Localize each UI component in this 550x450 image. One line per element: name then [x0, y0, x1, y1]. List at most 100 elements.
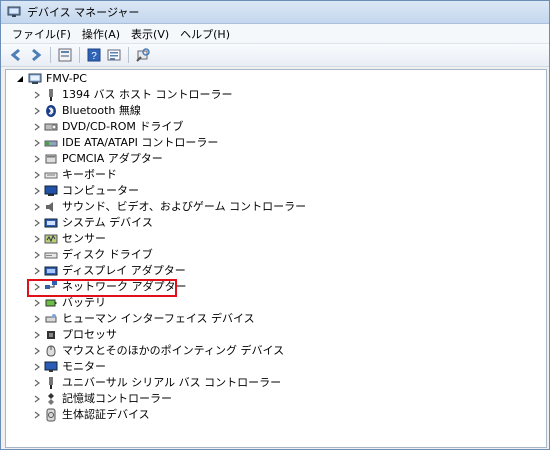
tree-item-label: Bluetooth 無線 [62, 104, 141, 117]
toolbar-separator [50, 47, 51, 63]
tree-item-sensors[interactable]: センサー [6, 231, 546, 247]
expand-icon[interactable] [32, 299, 41, 308]
expand-icon[interactable] [32, 123, 41, 132]
tree-item-usb-controllers[interactable]: ユニバーサル シリアル バス コントローラー [6, 375, 546, 391]
expand-icon[interactable] [32, 395, 41, 404]
view-icon [107, 49, 121, 61]
tree-item-label: ディスク ドライブ [62, 248, 153, 261]
tree-item-label: DVD/CD-ROM ドライブ [62, 120, 184, 133]
forward-button[interactable] [27, 46, 45, 64]
usb-plug-icon [44, 88, 58, 102]
display-adapter-icon [44, 264, 58, 278]
window-title: デバイス マネージャー [27, 6, 140, 19]
forward-icon [32, 48, 42, 62]
toolbar: ? [1, 44, 549, 67]
menu-view[interactable]: 表示(V) [126, 25, 175, 43]
scan-button[interactable] [134, 46, 152, 64]
collapse-icon[interactable] [16, 75, 25, 84]
tree-item-label: PCMCIA アダプター [62, 152, 163, 165]
tree-item-monitors[interactable]: モニター [6, 359, 546, 375]
expand-icon[interactable] [32, 219, 41, 228]
tree-item-label: バッテリ [62, 296, 106, 309]
tree-item-1394-bus[interactable]: 1394 バス ホスト コントローラー [6, 87, 546, 103]
svg-text:?: ? [91, 51, 97, 62]
menu-help[interactable]: ヘルプ(H) [175, 25, 236, 43]
expand-icon[interactable] [32, 379, 41, 388]
tree-item-label: コンピューター [62, 184, 139, 197]
tree-item-system-devices[interactable]: システム デバイス [6, 215, 546, 231]
expand-icon[interactable] [32, 331, 41, 340]
device-manager-icon [7, 6, 21, 18]
expand-icon[interactable] [32, 155, 41, 164]
expand-icon[interactable] [32, 363, 41, 372]
menu-file[interactable]: ファイル(F) [7, 25, 77, 43]
menu-bar: ファイル(F) 操作(A) 表示(V) ヘルプ(H) [1, 24, 549, 44]
device-manager-window: デバイス マネージャー ファイル(F) 操作(A) 表示(V) ヘルプ(H) ?… [0, 0, 550, 450]
expand-icon[interactable] [32, 203, 41, 212]
tree-item-label: ユニバーサル シリアル バス コントローラー [62, 376, 282, 389]
tree-item-disk-drives[interactable]: ディスク ドライブ [6, 247, 546, 263]
back-button[interactable] [7, 46, 25, 64]
tree-root-label: FMV-PC [46, 72, 87, 85]
computer-icon [44, 184, 58, 198]
expand-icon[interactable] [32, 347, 41, 356]
back-icon [10, 48, 20, 62]
tree-item-pcmcia[interactable]: PCMCIA アダプター [6, 151, 546, 167]
help-button[interactable]: ? [85, 46, 103, 64]
toolbar-separator [79, 47, 80, 63]
expand-icon[interactable] [32, 187, 41, 196]
tree-item-label: 1394 バス ホスト コントローラー [62, 88, 233, 101]
tree-item-ide-controller[interactable]: IDE ATA/ATAPI コントローラー [6, 135, 546, 151]
title-bar[interactable]: デバイス マネージャー [1, 1, 549, 24]
tree-item-mice-pointing[interactable]: マウスとそのほかのポインティング デバイス [6, 343, 546, 359]
expand-icon[interactable] [32, 107, 41, 116]
tree-item-label: モニター [62, 360, 106, 373]
scan-icon [136, 48, 150, 62]
tree-item-label: ディスプレイ アダプター [62, 264, 186, 277]
pcmcia-icon [44, 152, 58, 166]
battery-icon [44, 296, 58, 310]
tree-item-processors[interactable]: プロセッサ [6, 327, 546, 343]
disk-drive-icon [44, 248, 58, 262]
dvd-drive-icon [44, 120, 58, 134]
mouse-icon [44, 344, 58, 358]
usb-controller-icon [44, 376, 58, 390]
expand-icon[interactable] [32, 171, 41, 180]
computer-root-icon [28, 72, 42, 86]
tree-root[interactable]: FMV-PC [6, 71, 546, 87]
tree-item-storage-controllers[interactable]: 記憶域コントローラー [6, 391, 546, 407]
expand-icon[interactable] [32, 267, 41, 276]
tree-item-display-adapters[interactable]: ディスプレイ アダプター [6, 263, 546, 279]
sensor-icon [44, 232, 58, 246]
device-tree-pane[interactable]: FMV-PC 1394 バス ホスト コントローラー Bluetooth 無線 … [5, 69, 547, 448]
tree-item-biometric-devices[interactable]: 生体認証デバイス [6, 407, 546, 423]
tree-item-label: サウンド、ビデオ、およびゲーム コントローラー [62, 200, 307, 213]
tree-item-sound-video-game[interactable]: サウンド、ビデオ、およびゲーム コントローラー [6, 199, 546, 215]
tree-item-label: センサー [62, 232, 106, 245]
storage-controller-icon [44, 392, 58, 406]
menu-action[interactable]: 操作(A) [77, 25, 126, 43]
view-button[interactable] [105, 46, 123, 64]
tree-item-keyboard[interactable]: キーボード [6, 167, 546, 183]
expand-icon[interactable] [32, 283, 41, 292]
expand-icon[interactable] [32, 411, 41, 420]
tree-item-label: プロセッサ [62, 328, 117, 341]
tree-item-computer[interactable]: コンピューター [6, 183, 546, 199]
tree-item-dvd-cd-rom[interactable]: DVD/CD-ROM ドライブ [6, 119, 546, 135]
tree-item-label: システム デバイス [62, 216, 153, 229]
tree-item-label: 記憶域コントローラー [62, 392, 172, 405]
tree-item-bluetooth[interactable]: Bluetooth 無線 [6, 103, 546, 119]
properties-icon [58, 48, 72, 62]
tree-item-battery[interactable]: バッテリ [6, 295, 546, 311]
tree-item-network-adapters[interactable]: ネットワーク アダプター [6, 279, 546, 297]
expand-icon[interactable] [32, 251, 41, 260]
properties-button[interactable] [56, 46, 74, 64]
expand-icon[interactable] [32, 91, 41, 100]
tree-item-label: IDE ATA/ATAPI コントローラー [62, 136, 219, 149]
hid-icon [44, 312, 58, 326]
tree-item-label: 生体認証デバイス [62, 408, 150, 421]
tree-item-hid[interactable]: ヒューマン インターフェイス デバイス [6, 311, 546, 327]
expand-icon[interactable] [32, 315, 41, 324]
expand-icon[interactable] [32, 139, 41, 148]
expand-icon[interactable] [32, 235, 41, 244]
